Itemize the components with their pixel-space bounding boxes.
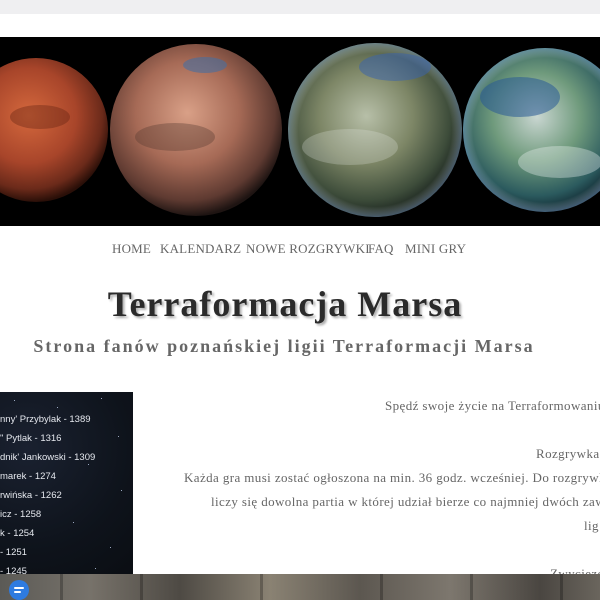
nav-item-faq[interactable]: FAQ [368,241,394,257]
star-dot [101,398,102,399]
star-dot [121,490,122,491]
nav-item-kalendarz[interactable]: KALENDARZ [160,241,241,257]
content-paragraph-line: Każda gra musi zostać ogłoszona na min. … [184,470,600,485]
main-nav: HOME KALENDARZ NOWE ROZGRYWKI FAQ MINI G… [0,241,600,259]
star-dot [57,407,58,408]
site-title: Terraformacja Marsa [107,284,463,324]
nav-item-home[interactable]: HOME [112,241,151,257]
ranking-panel: nny' Przybylak - 1389 " Pytlak - 1316 dn… [0,392,133,582]
chat-bubble-icon [9,580,29,600]
content-heading: Rozgrywka [536,446,600,461]
star-dot [73,522,74,523]
ranking-item: marek - 1274 [0,471,56,482]
ranking-item: k - 1254 [0,528,35,539]
star-dot [110,547,111,548]
ranking-item: " Pytlak - 1316 [0,433,62,444]
strip-shadow [560,574,563,600]
content-paragraph-line: liczy się dowolna partia w której udział… [211,494,600,509]
terraforming-planets-image [0,37,600,226]
star-dot [88,464,89,465]
ranking-item: rwińska - 1262 [0,490,62,501]
nav-item-nowe-rozgrywki[interactable]: NOWE ROZGRYWKI [246,241,370,257]
strip-shadow [380,574,383,600]
star-dot [95,568,96,569]
ranking-item: nny' Przybylak - 1389 [0,414,91,425]
strip-shadow [470,574,473,600]
star-dot [14,400,15,401]
header-banner [0,37,600,226]
strip-shadow [260,574,263,600]
ranking-item: dnik' Jankowski - 1309 [0,452,96,463]
content-paragraph-line: lig [584,518,599,533]
ranking-item: icz - 1258 [0,509,42,520]
browser-top-bar [0,0,600,14]
nav-item-mini-gry[interactable]: MINI GRY [405,241,466,257]
chat-button[interactable] [6,578,32,600]
ranking-item: - 1251 [0,547,27,558]
strip-shadow [140,574,143,600]
site-subtitle: Strona fanów poznańskiej ligii Terraform… [33,336,535,356]
star-dot [118,436,119,437]
footer-image-strip [0,574,600,600]
content-intro: Spędź swoje życie na Terraformowaniu [385,398,600,413]
strip-shadow [60,574,63,600]
